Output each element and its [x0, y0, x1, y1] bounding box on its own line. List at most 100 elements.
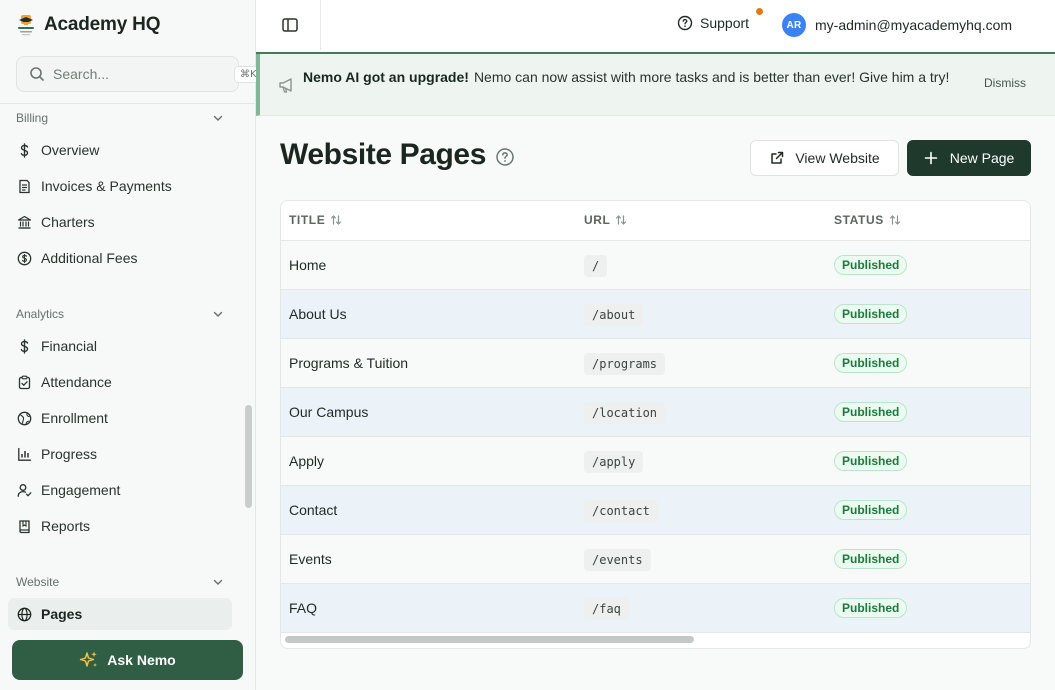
sidebar-item-engagement[interactable]: Engagement: [8, 474, 232, 506]
landmark-icon: [17, 215, 32, 230]
top-bar: Support AR my-admin@myacademyhq.com: [256, 0, 1055, 54]
section-title: Billing: [16, 111, 49, 125]
table-row[interactable]: Events /events Published: [281, 535, 1030, 584]
cell-title: Events: [289, 551, 332, 567]
table-row[interactable]: Contact /contact Published: [281, 486, 1030, 535]
brand-name: Academy HQ: [44, 14, 161, 35]
megaphone-icon: [277, 75, 297, 95]
user-check-icon: [17, 483, 32, 498]
clipboard-check-icon: [17, 375, 32, 390]
chevron-down-icon: [213, 579, 223, 585]
column-label: TITLE: [289, 213, 326, 227]
sort-icon: [889, 215, 900, 225]
sidebar-item-label: Reports: [41, 518, 91, 534]
section-analytics[interactable]: Analytics: [16, 304, 224, 324]
dismiss-button[interactable]: Dismiss: [984, 76, 1026, 90]
column-header-title[interactable]: TITLE: [289, 213, 343, 227]
table-row[interactable]: About Us /about Published: [281, 290, 1030, 339]
sidebar-item-attendance[interactable]: Attendance: [8, 366, 232, 398]
status-badge: Published: [834, 451, 908, 471]
view-website-button[interactable]: View Website: [750, 140, 899, 176]
new-page-button[interactable]: New Page: [907, 140, 1031, 176]
section-title: Analytics: [16, 307, 65, 321]
sidebar-nav: Billing Overview Invoices & Payments Cha…: [0, 104, 240, 632]
plus-icon: [924, 151, 938, 165]
search-icon: [29, 66, 45, 82]
cell-title: Apply: [289, 453, 325, 469]
cell-url: /about: [584, 304, 644, 326]
cell-url: /location: [584, 402, 666, 424]
column-label: URL: [584, 213, 611, 227]
sidebar-item-progress[interactable]: Progress: [8, 438, 232, 470]
banner-message: Nemo AI got an upgrade! Nemo can now assi…: [303, 67, 973, 87]
sidebar-item-enrollment[interactable]: Enrollment: [8, 402, 232, 434]
sidebar-item-label: Enrollment: [41, 410, 108, 426]
section-billing[interactable]: Billing: [16, 108, 224, 128]
sidebar-item-pages[interactable]: Pages: [8, 598, 232, 630]
academy-logo-icon: [16, 13, 36, 37]
status-badge: Published: [834, 353, 908, 373]
search-input[interactable]: [53, 66, 234, 82]
user-menu[interactable]: AR my-admin@myacademyhq.com: [782, 13, 1012, 37]
table-row[interactable]: Our Campus /location Published: [281, 388, 1030, 437]
chevron-down-icon: [213, 311, 223, 317]
help-circle-icon[interactable]: [495, 147, 515, 167]
sidebar-scrollbar[interactable]: [245, 405, 252, 508]
status-badge: Published: [834, 255, 908, 275]
sidebar-item-label: Progress: [41, 446, 98, 462]
banner-title: Nemo AI got an upgrade!: [303, 69, 469, 85]
circle-dollar-icon: [17, 251, 32, 266]
globe-icon: [17, 411, 32, 426]
ask-nemo-label: Ask Nemo: [107, 652, 176, 668]
section-website[interactable]: Website: [16, 572, 224, 592]
search-box[interactable]: ⌘K: [16, 56, 263, 92]
column-label: STATUS: [834, 213, 884, 227]
table-row[interactable]: Home / Published: [281, 241, 1030, 290]
cell-title: Home: [289, 257, 327, 273]
table-row[interactable]: Programs & Tuition /programs Published: [281, 339, 1030, 388]
sidebar-item-additional-fees[interactable]: Additional Fees: [8, 242, 232, 274]
cell-title: Programs & Tuition: [289, 355, 409, 371]
table-header: TITLE URL STATUS: [281, 201, 1030, 241]
column-header-status[interactable]: STATUS: [834, 213, 902, 227]
cell-url: /events: [584, 549, 651, 571]
table-row[interactable]: FAQ /faq Published: [281, 584, 1030, 633]
ask-nemo-button[interactable]: Ask Nemo: [12, 640, 243, 680]
sidebar-item-financial[interactable]: Financial: [8, 330, 232, 362]
dollar-icon: [17, 338, 32, 354]
user-email: my-admin@myacademyhq.com: [815, 17, 1013, 33]
support-link[interactable]: Support: [677, 15, 749, 31]
sidebar-item-charters[interactable]: Charters: [8, 206, 232, 238]
sidebar-toggle-icon[interactable]: [280, 15, 300, 35]
bar-chart-icon: [17, 447, 32, 462]
sidebar: Academy HQ ⌘K Billing Overview Invoices …: [0, 0, 263, 690]
avatar: AR: [782, 13, 806, 37]
cell-url: /programs: [584, 353, 666, 375]
status-badge: Published: [834, 304, 908, 324]
chevron-down-icon: [213, 115, 223, 121]
sidebar-item-invoices[interactable]: Invoices & Payments: [8, 170, 232, 202]
new-page-label: New Page: [949, 150, 1015, 166]
sidebar-item-label: Engagement: [41, 482, 121, 498]
dollar-icon: [17, 142, 32, 158]
status-badge: Published: [834, 598, 908, 618]
column-header-url[interactable]: URL: [584, 213, 628, 227]
notification-dot: [756, 8, 763, 15]
sidebar-item-label: Invoices & Payments: [41, 178, 172, 194]
status-badge: Published: [834, 549, 908, 569]
sort-icon: [331, 215, 342, 225]
sidebar-item-overview[interactable]: Overview: [8, 134, 232, 166]
cell-url: /apply: [584, 451, 644, 473]
announcement-banner: Nemo AI got an upgrade! Nemo can now assi…: [256, 54, 1055, 116]
sidebar-item-label: Charters: [41, 214, 95, 230]
sidebar-item-label: Financial: [41, 338, 98, 354]
sidebar-item-reports[interactable]: Reports: [8, 510, 232, 542]
page-title-row: Website Pages: [280, 138, 515, 172]
table-row[interactable]: Apply /apply Published: [281, 437, 1030, 486]
page-title: Website Pages: [280, 138, 487, 171]
table-horizontal-scrollbar[interactable]: [285, 636, 694, 643]
cell-url: /: [584, 255, 608, 277]
sidebar-item-label: Attendance: [41, 374, 112, 390]
cell-title: Our Campus: [289, 404, 369, 420]
brand[interactable]: Academy HQ: [16, 13, 160, 37]
